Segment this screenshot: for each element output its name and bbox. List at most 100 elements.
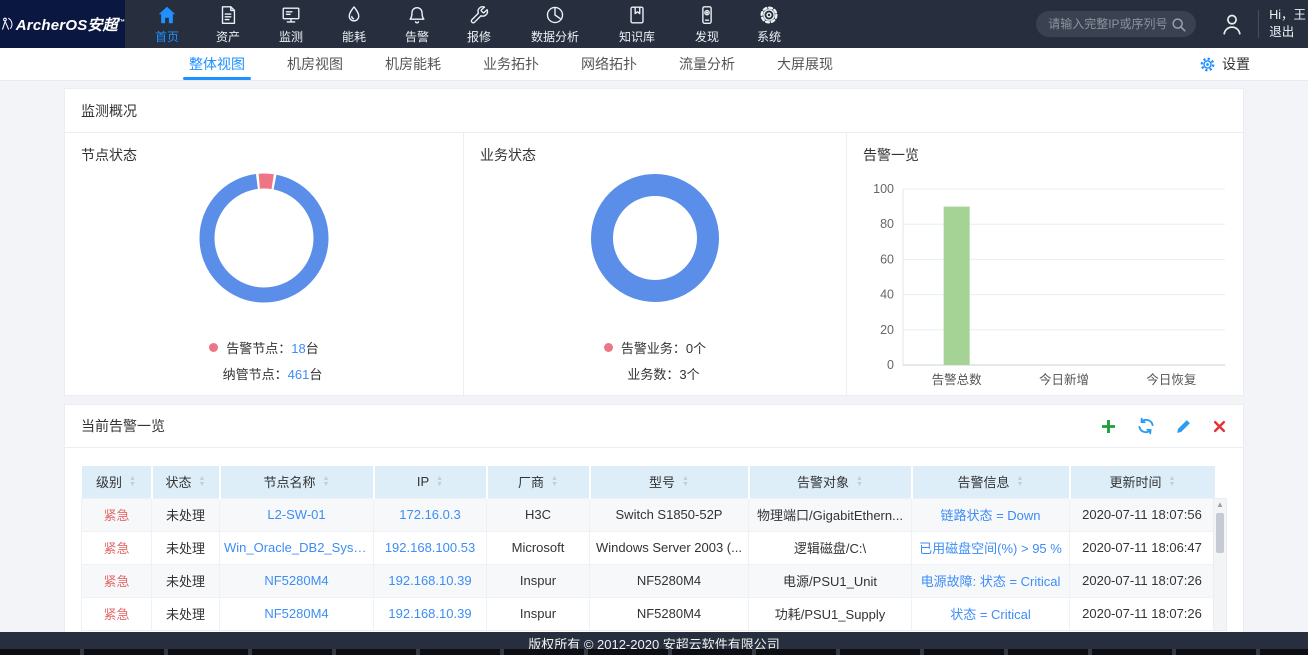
cell-status: 未处理 [152, 498, 220, 531]
nav-item-assets[interactable]: 资产 [194, 0, 262, 48]
tab-room-energy[interactable]: 机房能耗 [364, 48, 462, 80]
avatar-person-icon [1219, 11, 1245, 37]
search-input[interactable] [1048, 17, 1170, 31]
svg-text:今日新增: 今日新增 [1039, 372, 1089, 387]
overview-card-title: 监测概况 [65, 89, 1243, 133]
nav-item-system[interactable]: 系统 [738, 0, 800, 48]
sort-icon[interactable]: ▲▼ [323, 476, 330, 488]
header-model[interactable]: 型号▲▼ [590, 466, 749, 498]
node-status-donut-chart [189, 163, 339, 313]
header-alarm-object[interactable]: 告警对象▲▼ [749, 466, 912, 498]
nav-item-monitoring[interactable]: 监测 [262, 0, 320, 48]
cell-info[interactable]: 电源故障: 状态 = Critical [912, 564, 1070, 597]
header-level[interactable]: 级别▲▼ [82, 466, 152, 498]
header-alarm-info[interactable]: 告警信息▲▼ [912, 466, 1070, 498]
business-status-panel: 业务状态 告警业务：0个 业务数：3个 [463, 133, 846, 395]
search-icon[interactable] [1170, 16, 1187, 33]
header-status[interactable]: 状态▲▼ [152, 466, 220, 498]
view-tabbar: 整体视图 机房视图 机房能耗 业务拓扑 网络拓扑 流量分析 大屏展现 设置 [0, 48, 1308, 81]
cell-ip[interactable]: 192.168.10.39 [374, 564, 487, 597]
nav-item-alarms[interactable]: 告警 [388, 0, 446, 48]
delete-button[interactable] [1212, 419, 1227, 434]
cell-model: NF5280M4 [590, 597, 749, 630]
header-update-time[interactable]: 更新时间▲▼ [1070, 466, 1215, 498]
add-button[interactable] [1100, 418, 1117, 435]
alarm-table-title: 当前告警一览 [81, 416, 165, 436]
cell-info[interactable]: 已用磁盘空间(%) > 95 % [912, 531, 1070, 564]
header-node-name[interactable]: 节点名称▲▼ [220, 466, 374, 498]
node-status-title: 节点状态 [81, 145, 137, 165]
cell-ip[interactable]: 192.168.10.39 [374, 597, 487, 630]
alarm-table-wrap: 级别▲▼ 状态▲▼ 节点名称▲▼ IP▲▼ 厂商▲▼ 型号▲▼ 告警对象▲▼ 告… [81, 466, 1227, 631]
cell-level: 紧急 [82, 498, 152, 531]
nav-item-home[interactable]: 首页 [140, 0, 194, 48]
cell-node[interactable]: NF5280M4 [220, 564, 374, 597]
legend-row: 业务数：3个 [610, 364, 699, 383]
close-x-icon [1212, 419, 1227, 434]
user-greeting: Hi，王 [1269, 7, 1306, 24]
nav-label: 报修 [467, 28, 491, 45]
node-status-legend: 告警节点：18台 纳管节点：461台 [65, 338, 463, 383]
sort-icon[interactable]: ▲▼ [551, 476, 558, 488]
nav-item-data-analysis[interactable]: 数据分析 [512, 0, 598, 48]
sort-icon[interactable]: ▲▼ [856, 476, 863, 488]
sort-icon[interactable]: ▲▼ [199, 476, 206, 488]
sort-icon[interactable]: ▲▼ [1169, 476, 1176, 488]
monitoring-overview-card: 监测概况 节点状态 告警节点：18台 纳管节点：461台 业务状态 [64, 88, 1244, 396]
cell-node[interactable]: L2-SW-01 [220, 498, 374, 531]
scroll-up-icon[interactable]: ▲ [1216, 500, 1224, 509]
sort-icon[interactable]: ▲▼ [129, 476, 136, 488]
nav-item-discover[interactable]: 发现 [676, 0, 738, 48]
copyright-text: 版权所有 © 2012-2020 安超云软件有限公司 [528, 634, 780, 653]
settings-gear-icon [1199, 56, 1216, 73]
discover-phone-icon [696, 4, 718, 26]
tab-room-view[interactable]: 机房视图 [266, 48, 364, 80]
energy-drop-icon [343, 4, 365, 26]
header-ip[interactable]: IP▲▼ [374, 466, 487, 498]
cell-vendor: H3C [487, 498, 590, 531]
tab-overall-view[interactable]: 整体视图 [168, 48, 266, 80]
cell-object: 功耗/PSU1_Supply [749, 597, 912, 630]
topbar: ArcherOS安超™ 首页 资产 监测 能耗 [0, 0, 1308, 48]
sort-icon[interactable]: ▲▼ [1017, 476, 1024, 488]
tab-business-topology[interactable]: 业务拓扑 [462, 48, 560, 80]
header-vendor[interactable]: 厂商▲▼ [487, 466, 590, 498]
tab-network-topology[interactable]: 网络拓扑 [560, 48, 658, 80]
nav-label: 知识库 [619, 28, 655, 45]
refresh-button[interactable] [1137, 417, 1155, 435]
cell-ip[interactable]: 172.16.0.3 [374, 498, 487, 531]
table-scrollbar[interactable]: ▲ [1213, 498, 1227, 631]
cell-level: 紧急 [82, 564, 152, 597]
nav-item-energy[interactable]: 能耗 [320, 0, 388, 48]
cell-info[interactable]: 状态 = Critical [912, 597, 1070, 630]
user-block: Hi，王 退出 [1259, 7, 1306, 41]
pencil-icon [1175, 418, 1192, 435]
overview-panels: 节点状态 告警节点：18台 纳管节点：461台 业务状态 [65, 133, 1243, 395]
logout-button[interactable]: 退出 [1269, 24, 1306, 41]
svg-text:100: 100 [873, 182, 894, 196]
nav-item-repair[interactable]: 报修 [446, 0, 512, 48]
svg-text:告警总数: 告警总数 [932, 372, 983, 387]
sort-icon[interactable]: ▲▼ [682, 476, 689, 488]
cell-node[interactable]: Win_Oracle_DB2_Sysba... [220, 531, 374, 564]
alarm-overview-panel: 告警一览 020406080100告警总数今日新增今日恢复 [846, 133, 1243, 395]
cell-info[interactable]: 链路状态 = Down [912, 498, 1070, 531]
user-avatar[interactable] [1219, 11, 1245, 37]
settings-button[interactable]: 设置 [1199, 48, 1250, 80]
monitor-icon [280, 4, 302, 26]
cell-object: 物理端口/GigabitEthern... [749, 498, 912, 531]
cell-node[interactable]: NF5280M4 [220, 597, 374, 630]
edit-button[interactable] [1175, 418, 1192, 435]
cell-ip[interactable]: 192.168.100.53 [374, 531, 487, 564]
cell-level: 紧急 [82, 531, 152, 564]
tab-traffic-analysis[interactable]: 流量分析 [658, 48, 756, 80]
nav-item-knowledge[interactable]: 知识库 [598, 0, 676, 48]
scrollbar-thumb[interactable] [1216, 513, 1224, 553]
tab-big-screen[interactable]: 大屏展现 [756, 48, 854, 80]
sort-icon[interactable]: ▲▼ [436, 476, 443, 488]
app-logo[interactable]: ArcherOS安超™ [0, 0, 125, 48]
search-box[interactable] [1036, 11, 1196, 37]
cell-model: NF5280M4 [590, 564, 749, 597]
asset-doc-icon [217, 4, 239, 26]
cell-model: Switch S1850-52P [590, 498, 749, 531]
